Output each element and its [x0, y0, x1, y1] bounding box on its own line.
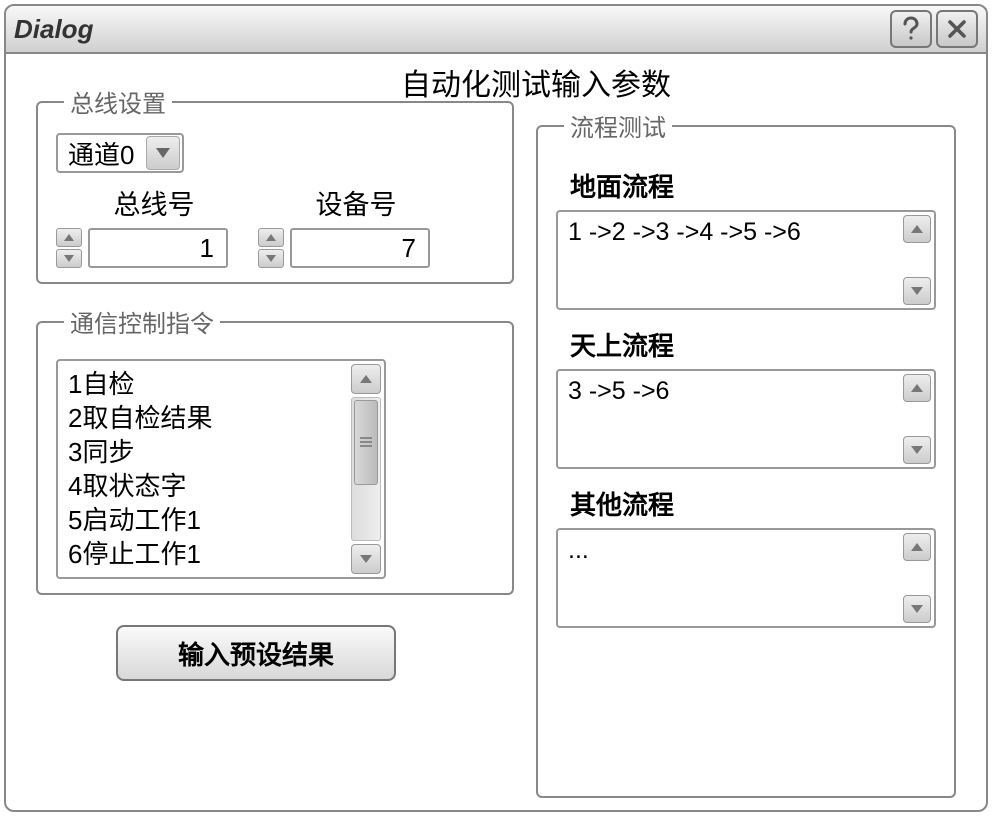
dialog-window: Dialog 自动化测试输入参数 总线设置 通道0	[4, 4, 988, 812]
bus-number-up[interactable]	[56, 228, 82, 247]
chevron-down-icon	[911, 287, 923, 295]
grip-icon	[360, 437, 372, 449]
bus-number-label: 总线号	[114, 183, 195, 222]
input-preset-result-button[interactable]: 输入预设结果	[116, 625, 396, 681]
bus-number-down[interactable]	[56, 249, 82, 268]
chevron-up-icon	[360, 375, 372, 383]
chevron-down-icon	[64, 255, 74, 262]
list-item[interactable]: 5启动工作1	[68, 503, 338, 537]
ground-flow-textarea[interactable]: 1 ->2 ->3 ->4 ->5 ->6	[558, 212, 900, 308]
window-title: Dialog	[14, 14, 886, 45]
chevron-down-icon	[911, 446, 923, 454]
titlebar: Dialog	[6, 6, 986, 54]
device-number-input[interactable]	[290, 228, 430, 268]
close-button[interactable]	[936, 10, 978, 48]
other-flow-textarea[interactable]: ...	[558, 530, 900, 626]
ground-scroll-down[interactable]	[903, 277, 931, 305]
command-group-legend: 通信控制指令	[64, 304, 220, 339]
chevron-up-icon	[911, 225, 923, 233]
chevron-up-icon	[64, 234, 74, 241]
sky-scroll-up[interactable]	[903, 374, 931, 402]
device-number-label: 设备号	[316, 183, 397, 222]
sky-scroll-down[interactable]	[903, 436, 931, 464]
ground-scroll-up[interactable]	[903, 215, 931, 243]
command-listbox[interactable]: 1自检 2取自检结果 3同步 4取状态字 5启动工作1 6停止工作1	[58, 361, 348, 577]
chevron-up-icon	[911, 543, 923, 551]
close-icon	[946, 18, 968, 40]
chevron-down-icon	[911, 605, 923, 613]
other-scroll-up[interactable]	[903, 533, 931, 561]
other-scroll-down[interactable]	[903, 595, 931, 623]
list-item[interactable]: 3同步	[68, 435, 338, 469]
scroll-track[interactable]	[351, 397, 381, 541]
channel-combo[interactable]: 通道0	[56, 133, 184, 173]
list-item[interactable]: 1自检	[68, 367, 338, 401]
bus-settings-group: 总线设置 通道0 总线号	[36, 84, 514, 284]
chevron-down-icon	[156, 148, 170, 158]
dialog-content: 自动化测试输入参数 总线设置 通道0 总	[6, 54, 986, 810]
sky-flow-label: 天上流程	[570, 326, 936, 363]
flow-test-legend: 流程测试	[564, 108, 672, 143]
chevron-down-icon	[360, 555, 372, 563]
scroll-up-button[interactable]	[351, 364, 381, 394]
chevron-down-icon	[266, 255, 276, 262]
ground-flow-label: 地面流程	[570, 167, 936, 204]
channel-combo-value: 通道0	[58, 133, 144, 174]
chevron-up-icon	[266, 234, 276, 241]
flow-test-group: 流程测试 地面流程 1 ->2 ->3 ->4 ->5 ->6	[536, 108, 956, 798]
list-item[interactable]: 4取状态字	[68, 469, 338, 503]
device-number-up[interactable]	[258, 228, 284, 247]
scroll-thumb[interactable]	[354, 400, 378, 485]
other-flow-label: 其他流程	[570, 485, 936, 522]
bus-number-input[interactable]	[88, 228, 228, 268]
help-button[interactable]	[890, 10, 932, 48]
list-item[interactable]: 2取自检结果	[68, 401, 338, 435]
sky-flow-textarea[interactable]: 3 ->5 ->6	[558, 371, 900, 467]
command-group: 通信控制指令 1自检 2取自检结果 3同步 4取状态字 5启动工作1 6停止工作…	[36, 304, 514, 595]
listbox-scrollbar[interactable]	[351, 364, 381, 574]
device-number-down[interactable]	[258, 249, 284, 268]
chevron-up-icon	[911, 384, 923, 392]
help-icon	[900, 16, 922, 42]
scroll-down-button[interactable]	[351, 544, 381, 574]
list-item[interactable]: 6停止工作1	[68, 537, 338, 571]
bus-settings-legend: 总线设置	[64, 84, 172, 119]
channel-combo-arrow[interactable]	[146, 136, 180, 170]
